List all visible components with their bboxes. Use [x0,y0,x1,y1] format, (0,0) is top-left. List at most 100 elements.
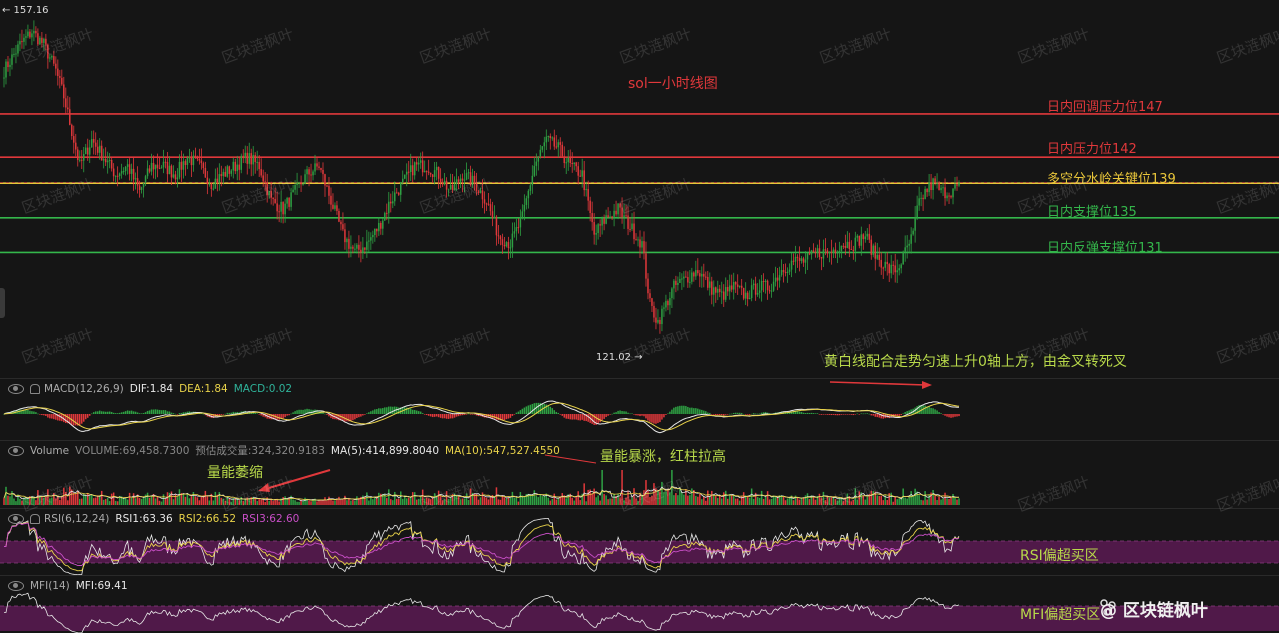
candle-body [587,188,589,201]
eye-icon[interactable] [8,581,24,591]
macd-bar [515,412,518,414]
volume-bar [162,494,165,505]
candle-body [184,161,187,166]
eye-icon[interactable] [8,514,24,524]
candle-body [31,33,33,38]
candle-body [352,246,354,249]
macd-bar [844,414,847,415]
volume-bar [350,500,352,505]
candle-body [683,276,685,279]
volume-bar [112,492,115,505]
candle-body [776,277,779,281]
volume-bar [455,494,458,505]
candle-body [114,175,117,177]
candle-body [298,182,300,184]
candle-body [595,233,597,235]
macd-bar [671,409,673,414]
volume-bar [320,499,322,505]
candle-body [346,238,348,243]
candle-body [764,280,767,282]
macd-bar [53,414,55,420]
shrink-arrow [261,469,331,491]
volume-bar [310,501,312,505]
candle-body [192,155,195,166]
candle-body [593,222,595,235]
bell-icon[interactable] [30,384,40,394]
volume-bar [445,491,448,505]
volume-bar [944,492,946,505]
volume-bar [730,495,733,505]
candle-body [740,285,743,288]
eye-icon[interactable] [8,446,24,456]
volume-bar [709,496,711,505]
macd-bar [950,414,952,418]
volume-bar [637,501,639,505]
volume-bar [643,490,645,505]
candle-body [832,249,835,253]
macd-bar [726,414,729,415]
candle-body [236,164,239,172]
candle-body [144,176,147,184]
macd-bar [952,414,954,418]
candle-body [709,281,711,288]
macd-bar [860,413,863,415]
volume-bar [396,498,398,505]
volume-bar [750,488,753,505]
volume-bar [880,495,883,505]
macd-bar [84,414,87,420]
macd-bar [421,413,424,414]
candle-body [579,175,581,177]
macd-bar [278,414,280,420]
macd-bar [501,414,504,421]
candle-body [545,136,548,143]
candle-body [300,182,302,185]
candle-body [457,179,460,182]
volume-bar [304,497,306,505]
candle-body [541,146,544,150]
macd-bar [565,414,567,419]
candle-body [527,190,530,199]
macd-bar [627,412,629,414]
macd-bar [740,412,743,414]
candle-body [503,244,506,247]
candle-body [292,189,294,193]
volume-bar [5,486,7,505]
volume-bar [673,495,675,505]
candle-body [328,185,330,196]
volume-bar [577,491,579,505]
macd-bar [94,411,97,414]
volume-bar [595,497,597,505]
candle-body [256,161,258,163]
volume-bar [663,492,665,505]
volume-bar [758,497,761,505]
candle-body [104,159,107,163]
candle-body [9,64,11,68]
eye-icon[interactable] [8,384,24,394]
candle-body [340,221,342,225]
volume-bar [958,498,960,505]
candle-body [693,272,695,277]
volume-bar [631,497,633,505]
candle-body [481,190,484,200]
candle-body [728,285,731,292]
macd-bar [870,414,873,416]
candle-body [138,185,141,190]
side-collapse-handle[interactable] [0,288,5,318]
candle-body [116,175,119,177]
macd-bar [49,414,51,419]
candle-body [742,287,745,299]
candle-body [407,171,410,173]
macd-bar [958,414,960,417]
candle-body [497,235,500,237]
candle-body [637,239,639,241]
volume-bar [354,501,356,505]
macd-bar [168,411,171,414]
candle-body [569,157,571,163]
macd-bar [292,412,294,414]
macd-bar [380,408,382,414]
macd-bar [35,412,37,414]
bell-icon[interactable] [30,514,40,524]
volume-bar [75,493,77,505]
volume-bar [766,491,769,505]
macd-bar [840,414,843,415]
